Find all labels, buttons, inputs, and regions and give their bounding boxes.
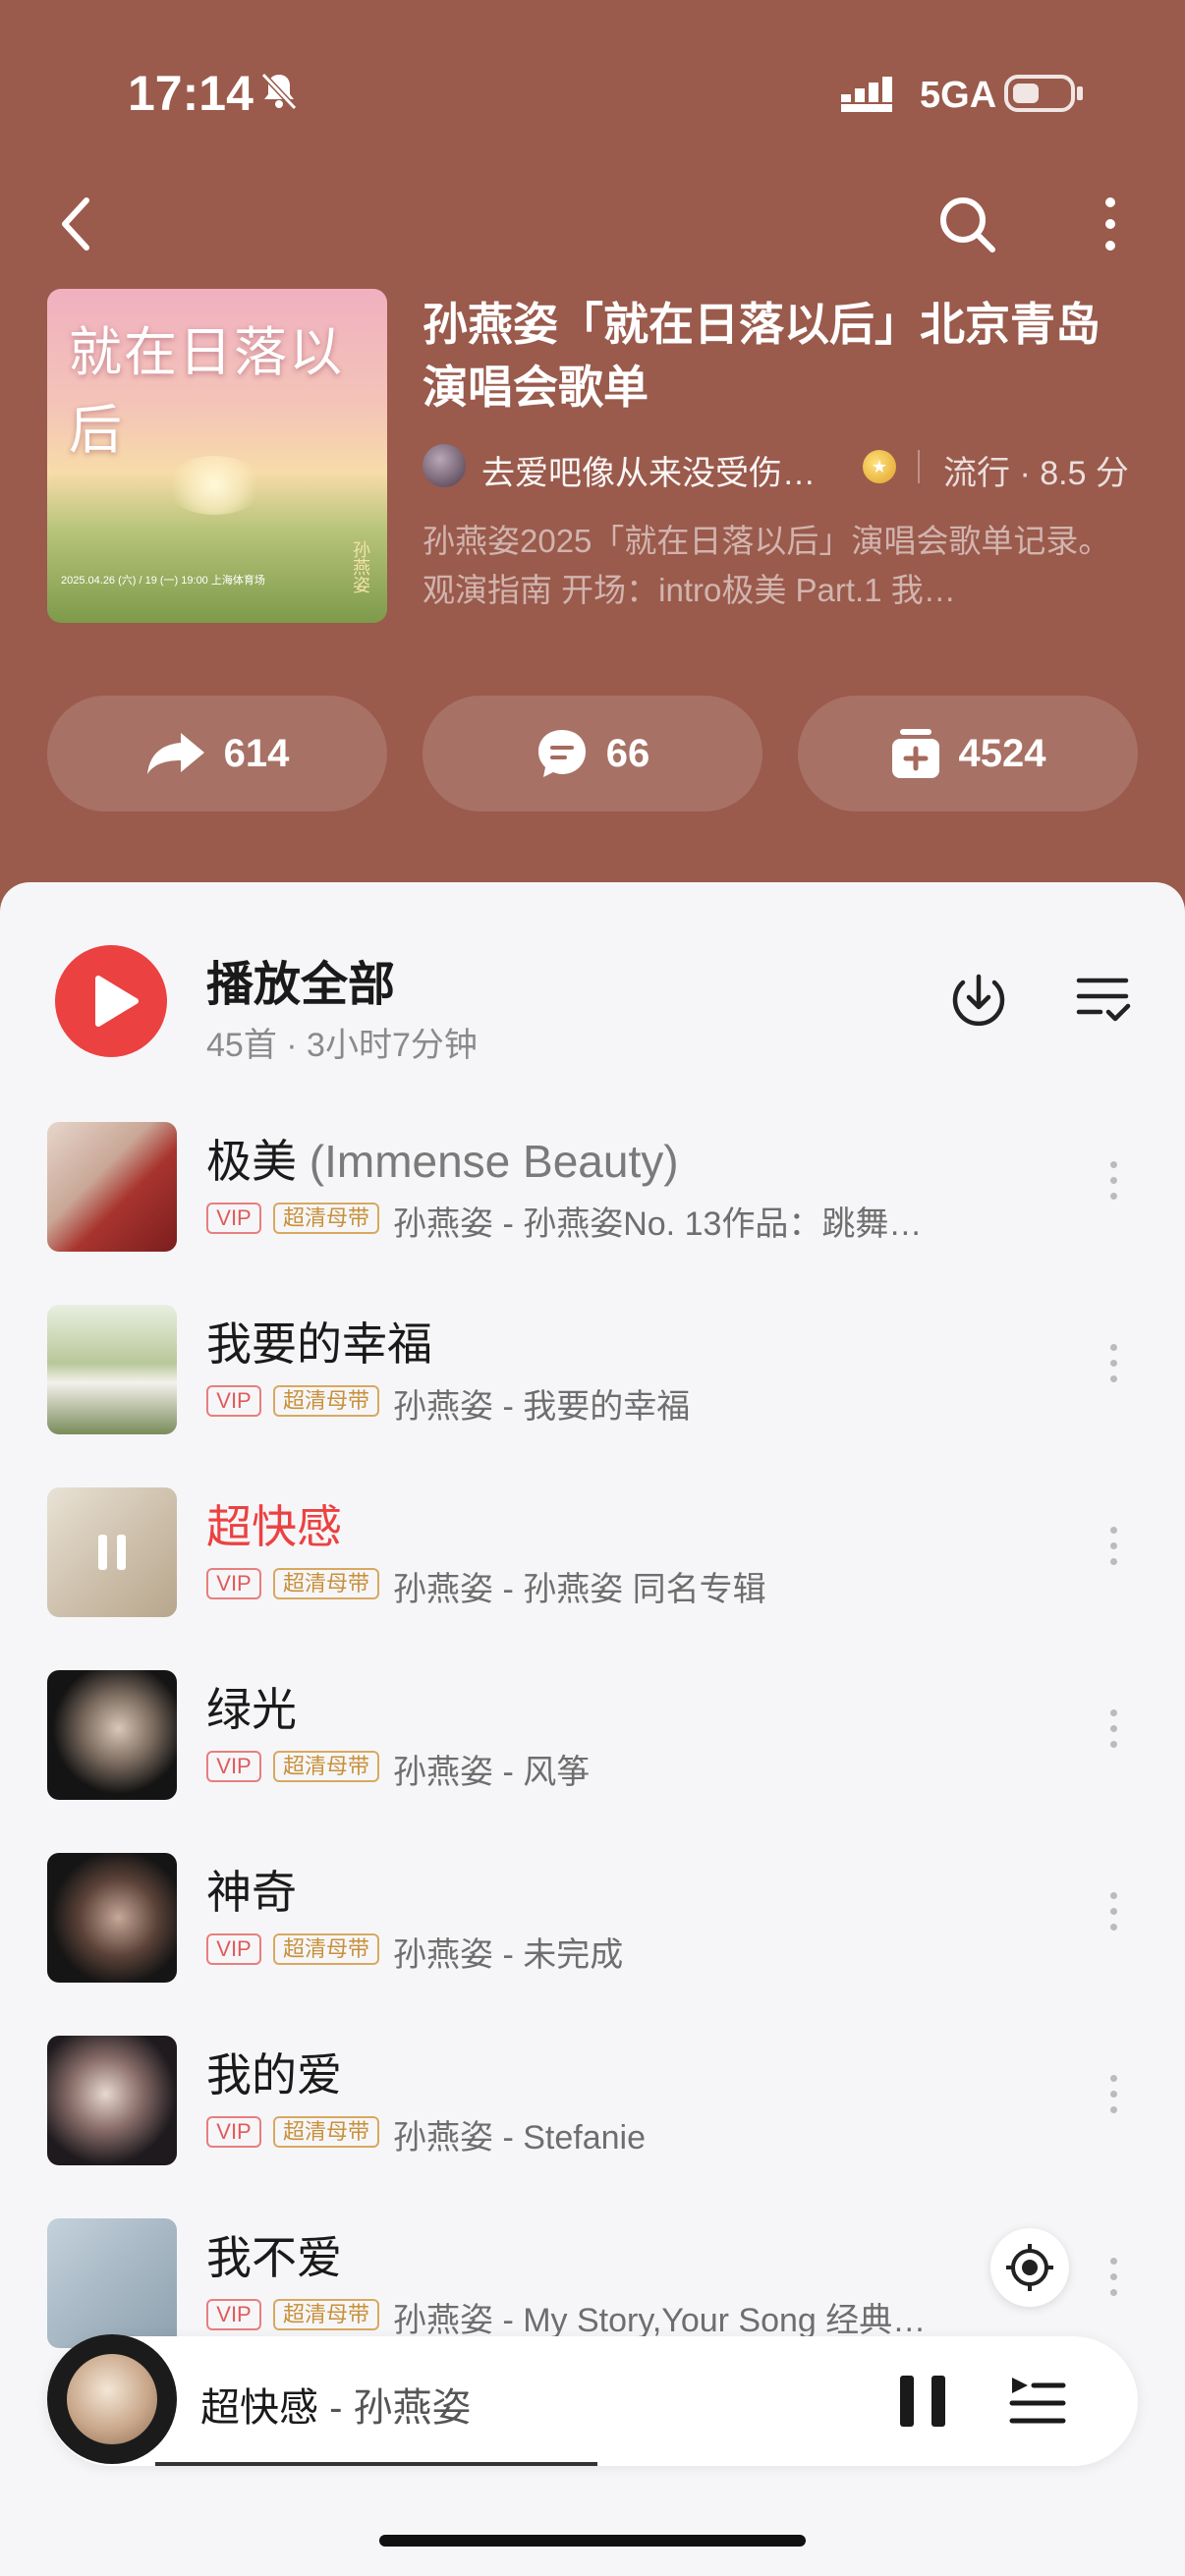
now-playing-artist: - 孙燕姿 (318, 2386, 472, 2430)
song-row[interactable]: 绿光 VIP 超清母带 孙燕姿 - 风筝 (0, 1670, 1185, 1853)
master-quality-tag: 超清母带 (273, 1568, 379, 1599)
cover-artist: 孙燕姿 (351, 540, 370, 593)
vip-tag: VIP (206, 1933, 261, 1965)
song-more-icon[interactable] (1110, 2258, 1120, 2305)
mini-player-disc[interactable] (47, 2334, 177, 2464)
play-all-meta: 45首 · 3小时7分钟 (206, 1027, 478, 1064)
song-more-icon[interactable] (1110, 1344, 1120, 1391)
song-title-alt: (Immense Beauty) (297, 1136, 679, 1187)
share-icon (146, 733, 204, 774)
song-title: 超快感 (206, 1501, 342, 1552)
playlist-queue-icon[interactable] (1008, 2376, 1067, 2432)
song-more-icon[interactable] (1110, 2075, 1120, 2122)
song-row[interactable]: 我要的幸福 VIP 超清母带 孙燕姿 - 我要的幸福 (0, 1305, 1185, 1487)
more-icon[interactable] (1100, 193, 1120, 260)
now-playing-title: 超快感 - 孙燕姿 (200, 2376, 472, 2433)
master-quality-tag: 超清母带 (273, 1385, 379, 1417)
now-playing-song: 超快感 (200, 2386, 318, 2430)
song-title: 神奇 (206, 1867, 297, 1918)
song-artist-album: 孙燕姿 - 我要的幸福 (393, 1388, 691, 1426)
pause-icon (98, 1535, 126, 1570)
song-artist-album: 孙燕姿 - Stefanie (393, 2119, 646, 2156)
cover-note: 2025.04.26 (六) / 19 (一) 19:00 上海体育场 (61, 575, 265, 587)
playlist-cover[interactable]: 就在日落以后 2025.04.26 (六) / 19 (一) 19:00 上海体… (47, 289, 387, 623)
song-title: 极美 (Immense Beauty) (206, 1126, 679, 1191)
song-artist-album: 孙燕姿 - 孙燕姿 同名专辑 (393, 1571, 766, 1608)
song-artist-album: 孙燕姿 - 孙燕姿No. 13作品：跳舞… (393, 1205, 923, 1243)
playback-progress (155, 2462, 597, 2466)
cover-title: 就在日落以后 (69, 321, 344, 461)
pause-icon (900, 2376, 945, 2427)
bell-off-icon (257, 69, 301, 117)
comment-icon (537, 730, 586, 777)
download-icon[interactable] (949, 971, 1008, 1035)
play-all-label[interactable]: 播放全部 (206, 945, 395, 1014)
song-artist-album: 孙燕姿 - 未完成 (393, 1936, 624, 1974)
multi-select-icon[interactable] (1075, 975, 1132, 1029)
cover-sun (165, 456, 263, 515)
collect-count: 4524 (958, 731, 1046, 775)
song-row[interactable]: 极美 (Immense Beauty) VIP 超清母带 孙燕姿 - 孙燕姿No… (0, 1122, 1185, 1305)
song-cover (47, 1487, 177, 1617)
song-cover (47, 1305, 177, 1434)
network-type: 5GA (920, 75, 997, 116)
vip-tag: VIP (206, 1751, 261, 1782)
pause-button[interactable] (896, 2374, 949, 2434)
song-more-icon[interactable] (1110, 1709, 1120, 1757)
comment-count: 66 (605, 731, 650, 775)
vip-tag: VIP (206, 1568, 261, 1599)
creator-avatar[interactable] (423, 444, 466, 487)
song-row-playing[interactable]: 超快感 VIP 超清母带 孙燕姿 - 孙燕姿 同名专辑 (0, 1487, 1185, 1670)
song-cover (47, 1122, 177, 1252)
master-quality-tag: 超清母带 (273, 1751, 379, 1782)
song-more-icon[interactable] (1110, 1892, 1120, 1939)
back-icon[interactable] (57, 193, 96, 260)
mini-player[interactable]: 超快感 - 孙燕姿 (47, 2334, 1138, 2466)
song-title-text: 极美 (206, 1136, 297, 1187)
vip-tag: VIP (206, 2116, 261, 2148)
song-title: 绿光 (206, 1684, 297, 1735)
song-cover (47, 1853, 177, 1983)
add-collection-icon (891, 729, 939, 778)
share-count: 614 (223, 731, 290, 775)
playlist-description[interactable]: 孙燕姿2025「就在日落以后」演唱会歌单记录。 观演指南 开场：intro极美 … (423, 517, 1140, 615)
comment-button[interactable]: 66 (423, 696, 762, 812)
song-row[interactable]: 我的爱 VIP 超清母带 孙燕姿 - Stefanie (0, 2036, 1185, 2218)
vip-tag: VIP (206, 2299, 261, 2330)
share-button[interactable]: 614 (47, 696, 387, 812)
status-time: 17:14 (128, 66, 254, 121)
playlist-genre[interactable]: 流行 · 8.5 分 (943, 446, 1129, 494)
song-more-icon[interactable] (1110, 1161, 1120, 1208)
playlist-title: 孙燕姿「就在日落以后」北京青岛演唱会歌单 (423, 299, 1100, 413)
song-title: 我的爱 (206, 2049, 342, 2100)
song-cover (47, 2218, 177, 2348)
song-row[interactable]: 神奇 VIP 超清母带 孙燕姿 - 未完成 (0, 1853, 1185, 2036)
battery-icon (1004, 75, 1083, 112)
master-quality-tag: 超清母带 (273, 1933, 379, 1965)
meta-divider (918, 450, 920, 483)
song-cover (47, 1670, 177, 1800)
collect-button[interactable]: 4524 (798, 696, 1138, 812)
song-title: 我要的幸福 (206, 1318, 432, 1370)
creator-badge-icon: ★ (863, 450, 896, 483)
play-icon (95, 976, 139, 1027)
play-all-button[interactable] (55, 945, 167, 1057)
vip-tag: VIP (206, 1203, 261, 1234)
creator-name[interactable]: 去爱吧像从来没受伤… (481, 446, 816, 494)
search-icon[interactable] (935, 193, 998, 260)
master-quality-tag: 超清母带 (273, 2299, 379, 2330)
locate-icon (1006, 2244, 1053, 2291)
locate-playing-button[interactable] (990, 2228, 1069, 2307)
song-artist-album: 孙燕姿 - 风筝 (393, 1754, 591, 1791)
vip-tag: VIP (206, 1385, 261, 1417)
song-title: 我不爱 (206, 2232, 342, 2283)
home-indicator[interactable] (379, 2535, 806, 2547)
song-artist-album: 孙燕姿 - My Story,Your Song 经典… (393, 2302, 927, 2339)
song-cover (47, 2036, 177, 2165)
master-quality-tag: 超清母带 (273, 2116, 379, 2148)
mini-player-art (67, 2354, 157, 2444)
song-more-icon[interactable] (1110, 1527, 1120, 1574)
master-quality-tag: 超清母带 (273, 1203, 379, 1234)
signal-icon (841, 77, 902, 117)
